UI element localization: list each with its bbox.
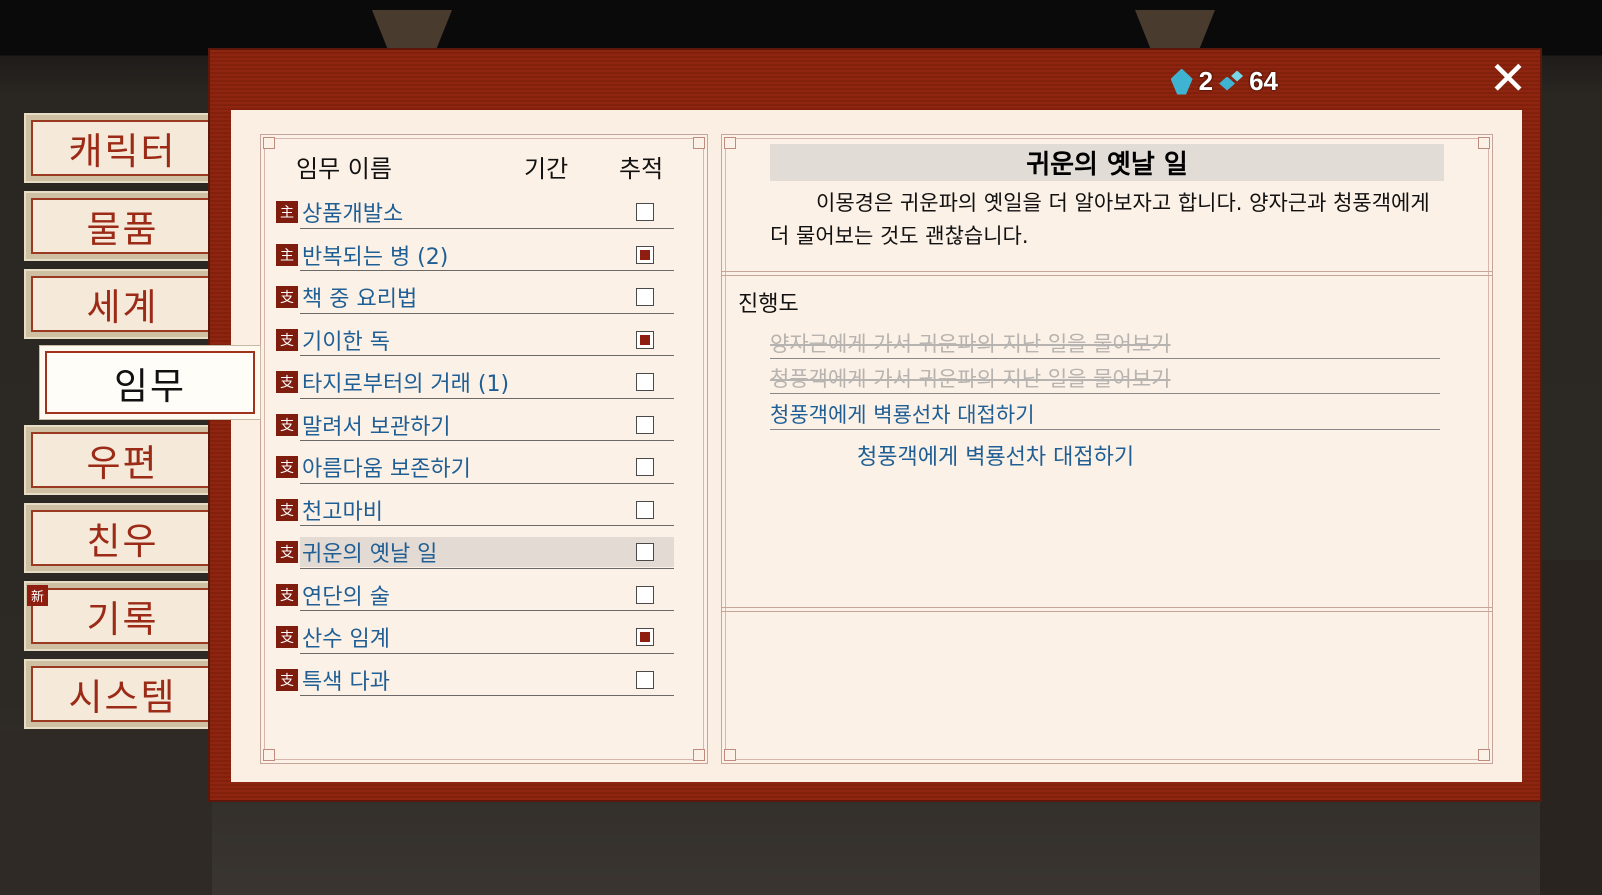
corner-ornament — [263, 137, 275, 149]
quest-name: 반복되는 병 (2) — [302, 244, 449, 270]
track-checkbox[interactable] — [636, 373, 654, 392]
tab-records[interactable]: 기록 — [24, 581, 212, 651]
current-goal: 청풍객에게 벽룡선차 대접하기 — [857, 445, 1135, 470]
track-checkbox[interactable] — [636, 543, 654, 562]
tab-label: 캐릭터 — [31, 120, 212, 176]
quest-title: 귀운의 옛날 일 — [770, 144, 1444, 181]
track-checkbox[interactable] — [636, 288, 654, 307]
window-content: 임무 이름 기간 추적 主 상품개발소 主 반복되는 병 (2) 支 책 중 요… — [231, 110, 1522, 782]
header-track: 추적 — [619, 155, 664, 183]
section-divider — [722, 607, 1492, 612]
tab-mail[interactable]: 우편 — [24, 425, 212, 495]
track-checkbox[interactable] — [636, 203, 654, 222]
section-divider — [722, 271, 1492, 276]
quest-detail-panel: 귀운의 옛날 일 이몽경은 귀운파의 옛일을 더 알아보자고 합니다. 양자근과… — [721, 134, 1493, 764]
quest-row[interactable]: 支 타지로부터의 거래 (1) — [276, 361, 674, 404]
progress-step-current: 청풍객에게 벽룡선차 대접하기 — [770, 399, 1440, 430]
corner-ornament — [724, 137, 736, 149]
quest-name: 특색 다과 — [302, 669, 390, 695]
header-period: 기간 — [524, 155, 569, 183]
track-checkbox[interactable] — [636, 628, 654, 647]
track-checkbox[interactable] — [636, 458, 654, 477]
quest-row[interactable]: 支 기이한 독 — [276, 319, 674, 362]
gem-count: 2 — [1198, 66, 1214, 96]
tab-world[interactable]: 세계 — [24, 269, 212, 339]
corner-ornament — [724, 749, 736, 761]
currency-display: 2 64 — [1170, 66, 1278, 97]
quest-row[interactable]: 主 반복되는 병 (2) — [276, 234, 674, 277]
new-badge: 新 — [27, 585, 48, 606]
quest-row[interactable]: 支 천고마비 — [276, 489, 674, 532]
side-quest-badge: 支 — [276, 286, 298, 309]
quest-list-panel: 임무 이름 기간 추적 主 상품개발소 主 반복되는 병 (2) 支 책 중 요… — [260, 134, 708, 764]
tab-friends[interactable]: 친우 — [24, 503, 212, 573]
quest-name: 귀운의 옛날 일 — [302, 542, 438, 568]
side-quest-badge: 支 — [276, 371, 298, 394]
tab-character[interactable]: 캐릭터 — [24, 113, 212, 183]
background-floor — [0, 730, 212, 895]
quest-row-selected[interactable]: 支 귀운의 옛날 일 — [276, 531, 674, 574]
tab-items[interactable]: 물품 — [24, 191, 212, 261]
quest-row[interactable]: 支 연단의 술 — [276, 574, 674, 617]
track-checkbox[interactable] — [636, 245, 654, 264]
tab-quests[interactable]: 임무 — [39, 345, 261, 420]
track-checkbox[interactable] — [636, 415, 654, 434]
quest-window: 2 64 ✕ 임무 이름 기간 추적 主 상품개발소 主 반복되는 병 (2) … — [208, 48, 1542, 802]
gem-shards-icon — [1219, 71, 1243, 93]
side-quest-badge: 支 — [276, 498, 298, 521]
progress-step-completed: 양자근에게 가서 귀운파의 지난 일을 물어보기 — [770, 328, 1440, 359]
header-quest-name: 임무 이름 — [296, 155, 392, 183]
tab-label: 우편 — [31, 432, 212, 488]
quest-name: 천고마비 — [302, 499, 383, 525]
quest-name: 산수 임계 — [302, 627, 390, 653]
side-quest-badge: 支 — [276, 328, 298, 351]
tab-system[interactable]: 시스템 — [24, 659, 212, 729]
side-quest-badge: 支 — [276, 413, 298, 436]
side-quest-badge: 支 — [276, 541, 298, 564]
quest-row[interactable]: 支 말려서 보관하기 — [276, 404, 674, 447]
corner-ornament — [693, 749, 705, 761]
tab-label: 기록 — [31, 588, 212, 644]
close-icon[interactable]: ✕ — [1486, 55, 1530, 101]
corner-ornament — [693, 137, 705, 149]
quest-name: 기이한 독 — [302, 329, 390, 355]
tab-label: 친우 — [31, 510, 212, 566]
quest-rows: 主 상품개발소 主 반복되는 병 (2) 支 책 중 요리법 支 기이한 독 支 — [276, 191, 674, 701]
quest-row[interactable]: 支 산수 임계 — [276, 616, 674, 659]
track-checkbox[interactable] — [636, 500, 654, 519]
quest-row[interactable]: 主 상품개발소 — [276, 191, 674, 234]
progress-label: 진행도 — [738, 292, 799, 317]
quest-name: 연단의 술 — [302, 584, 390, 610]
track-checkbox[interactable] — [636, 330, 654, 349]
quest-name: 책 중 요리법 — [302, 287, 418, 313]
quest-description: 이몽경은 귀운파의 옛일을 더 알아보자고 합니다. 양자근과 청풍객에게 더 … — [770, 191, 1430, 248]
side-quest-badge: 支 — [276, 583, 298, 606]
quest-row[interactable]: 支 책 중 요리법 — [276, 276, 674, 319]
track-checkbox[interactable] — [636, 670, 654, 689]
background-shelf — [1540, 560, 1602, 895]
side-quest-badge: 支 — [276, 456, 298, 479]
tab-label: 세계 — [31, 276, 212, 332]
main-quest-badge: 主 — [276, 201, 298, 224]
main-quest-badge: 主 — [276, 243, 298, 266]
side-quest-badge: 支 — [276, 626, 298, 649]
corner-ornament — [1478, 749, 1490, 761]
quest-list-header: 임무 이름 기간 추적 — [261, 149, 707, 185]
tab-label: 임무 — [45, 351, 255, 414]
tab-label: 시스템 — [31, 666, 212, 722]
quest-name: 아름다움 보존하기 — [302, 457, 471, 483]
tab-label: 물품 — [31, 198, 212, 254]
progress-step-completed: 청풍객에게 가서 귀운파의 지난 일을 물어보기 — [770, 363, 1440, 394]
corner-ornament — [1478, 137, 1490, 149]
corner-ornament — [263, 749, 275, 761]
quest-row[interactable]: 支 아름다움 보존하기 — [276, 446, 674, 489]
quest-name: 말려서 보관하기 — [302, 414, 451, 440]
gem-icon — [1170, 68, 1193, 95]
quest-name: 타지로부터의 거래 (1) — [302, 372, 510, 398]
gem-shard-count: 64 — [1249, 66, 1278, 96]
quest-row[interactable]: 支 특색 다과 — [276, 659, 674, 702]
quest-name: 상품개발소 — [302, 202, 404, 228]
side-quest-badge: 支 — [276, 668, 298, 691]
track-checkbox[interactable] — [636, 585, 654, 604]
